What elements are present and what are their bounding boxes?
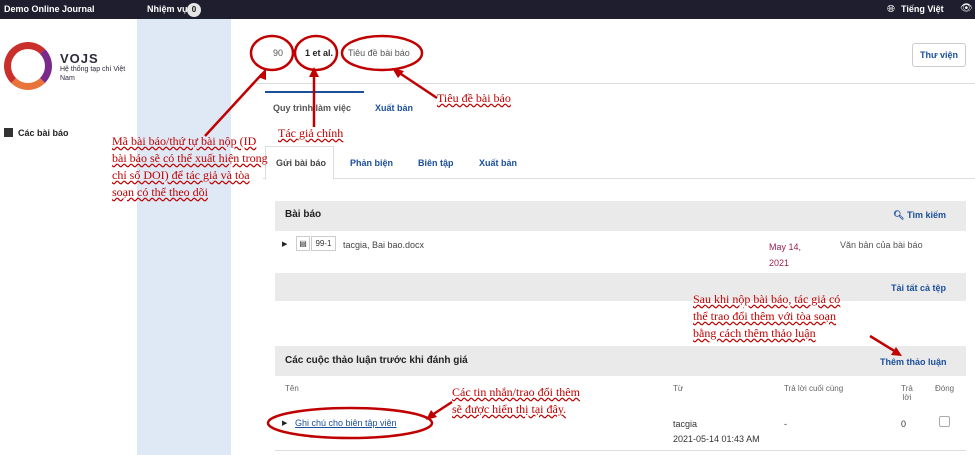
annotation-arrow-id	[204, 73, 263, 137]
annotation-ellipse-id	[249, 34, 295, 72]
annotation-messages-note: Các tin nhắn/trao đổi thêm sẽ được hiển …	[452, 385, 580, 416]
annotation-arrow-add	[869, 334, 897, 354]
annotation-discussion-note: Sau khi nộp bài báo, tác giả có thể trao…	[693, 292, 841, 340]
annotation-arrow-title	[397, 70, 438, 100]
annotation-article-title: Tiêu đề bài báo	[437, 91, 511, 105]
annotation-ellipse-title	[340, 34, 424, 72]
annotation-main-author: Tác giả chính	[278, 126, 344, 140]
annotation-ellipse-discussion	[266, 406, 434, 440]
annotation-ellipse-author	[293, 34, 339, 72]
annotation-submission-id: Mã bài báo/thứ tự bài nộp (ID bài báo sẽ…	[112, 134, 268, 199]
annotation-arrow-messages	[431, 400, 453, 417]
